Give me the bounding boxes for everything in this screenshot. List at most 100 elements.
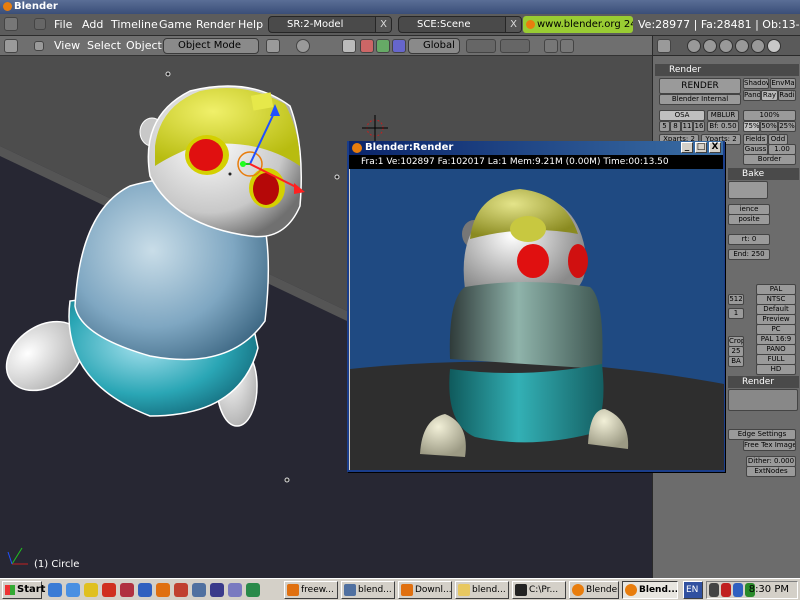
osa-8-button[interactable]: 8 — [670, 121, 681, 132]
orientation-selector[interactable]: Global — [408, 38, 460, 54]
bake-tab[interactable]: Bake — [728, 168, 799, 180]
preset-hd[interactable]: HD — [756, 364, 796, 375]
size-x-field[interactable]: 512 — [728, 294, 744, 305]
paint-icon[interactable] — [84, 583, 98, 597]
edge-settings-button[interactable]: Edge Settings — [728, 429, 796, 440]
object-marker-2[interactable] — [334, 174, 340, 180]
network-tray-icon[interactable] — [733, 583, 743, 597]
antivirus-icon[interactable] — [721, 583, 731, 597]
object-marker-3[interactable] — [284, 477, 290, 483]
clock[interactable]: 8:30 PM — [749, 584, 789, 595]
menu-select[interactable]: Select — [87, 39, 121, 52]
website-link[interactable]: www.blender.org 244 — [523, 16, 633, 33]
layers-2-icon[interactable] — [500, 39, 530, 53]
scene-selector[interactable]: SCE:Scene X — [398, 16, 522, 33]
ie-icon[interactable] — [48, 583, 62, 597]
render-layers-tab[interactable]: Render Layers — [728, 376, 799, 399]
screen-delete-button[interactable]: X — [375, 17, 391, 32]
word-icon[interactable] — [210, 583, 224, 597]
scene-delete-button[interactable]: X — [505, 17, 521, 32]
editing-tab-icon[interactable] — [751, 39, 765, 53]
pano-toggle[interactable]: Pano — [743, 90, 761, 101]
composite-toggle[interactable]: posite — [728, 214, 770, 225]
task-blender-render[interactable]: Blend... — [622, 581, 678, 599]
lock-icon[interactable] — [544, 39, 558, 53]
frame-end-field[interactable]: End: 250 — [728, 249, 770, 260]
logic-tab-icon[interactable] — [687, 39, 701, 53]
size-75-button[interactable]: 75% — [743, 121, 760, 132]
rgba-toggle[interactable]: BA — [728, 356, 744, 367]
free-tex-button[interactable]: Free Tex Image — [743, 440, 796, 451]
view-editor-icon[interactable] — [4, 39, 18, 53]
layers-1-icon[interactable] — [466, 39, 496, 53]
blur-factor-field[interactable]: Bf: 0.50 — [707, 121, 739, 132]
menu-object[interactable]: Object — [126, 39, 162, 52]
scale-icon[interactable] — [392, 39, 406, 53]
speaker-icon[interactable] — [709, 583, 719, 597]
menu-file[interactable]: File — [54, 17, 72, 33]
osa-5-button[interactable]: 5 — [659, 121, 670, 132]
opera-icon[interactable] — [174, 583, 188, 597]
buttons-editor-icon[interactable] — [657, 39, 671, 53]
osa-16-button[interactable]: 16 — [693, 121, 705, 132]
script-tab-icon[interactable] — [703, 39, 717, 53]
camera-icon[interactable] — [560, 39, 574, 53]
object-tab-icon[interactable] — [735, 39, 749, 53]
translate-icon[interactable] — [360, 39, 374, 53]
envmap-toggle[interactable]: EnvMa — [770, 78, 796, 89]
task-cmd[interactable]: C:\Pr... — [512, 581, 566, 599]
shadow-toggle[interactable]: Shadow — [743, 78, 769, 89]
shortcut-icon[interactable] — [246, 583, 260, 597]
mblur-toggle[interactable]: MBLUR — [707, 110, 739, 121]
task-blend-2[interactable]: blend... — [455, 581, 509, 599]
ext-nodes-toggle[interactable]: ExtNodes — [746, 466, 796, 477]
rotate-icon[interactable] — [376, 39, 390, 53]
osa-11-button[interactable]: 11 — [681, 121, 693, 132]
task-blend-1[interactable]: blend... — [341, 581, 395, 599]
close-button[interactable]: X — [709, 142, 721, 153]
render-window[interactable]: Blender:Render _ □ X Fra:1 Ve:102897 Fa:… — [347, 141, 725, 472]
collapse-icon[interactable] — [34, 41, 44, 51]
shading-icon[interactable] — [266, 39, 280, 53]
network-icon[interactable] — [138, 583, 152, 597]
render-window-titlebar[interactable]: Blender:Render _ □ X — [349, 141, 723, 155]
render-button[interactable]: RENDER — [659, 78, 741, 94]
menu-help[interactable]: Help — [238, 17, 263, 33]
render-layers-list[interactable] — [728, 389, 798, 411]
ray-toggle[interactable]: Ray — [761, 90, 778, 101]
document-icon[interactable] — [228, 583, 242, 597]
screen-selector[interactable]: SR:2-Model X — [268, 16, 392, 33]
shading-tab-icon[interactable] — [719, 39, 733, 53]
task-downloads[interactable]: Downl... — [398, 581, 452, 599]
menu-game[interactable]: Game — [159, 17, 192, 33]
firefox-icon[interactable] — [156, 583, 170, 597]
task-blender[interactable]: Blender — [569, 581, 619, 599]
radio-toggle[interactable]: Radi — [778, 90, 796, 101]
size-100-button[interactable]: 100% — [743, 110, 796, 121]
menu-render[interactable]: Render — [196, 17, 235, 33]
mode-selector[interactable]: Object Mode — [163, 38, 259, 54]
border-toggle[interactable]: Border — [743, 154, 796, 165]
maximize-button[interactable]: □ — [695, 142, 707, 153]
renderer-selector[interactable]: Blender Internal — [659, 94, 741, 105]
monitor-icon[interactable] — [192, 583, 206, 597]
minimize-button[interactable]: _ — [681, 142, 693, 153]
menu-view[interactable]: View — [54, 39, 80, 52]
size-25-button[interactable]: 25% — [778, 121, 796, 132]
media-icon[interactable] — [120, 583, 134, 597]
anim-button[interactable] — [728, 181, 768, 199]
start-button[interactable]: Start — [2, 581, 45, 599]
osa-toggle[interactable]: OSA — [659, 110, 705, 121]
lamp-marker[interactable] — [165, 71, 171, 77]
pivot-icon[interactable] — [296, 39, 310, 53]
menu-timeline[interactable]: Timeline — [111, 17, 158, 33]
size-50-button[interactable]: 50% — [760, 121, 778, 132]
language-indicator[interactable]: EN — [683, 581, 703, 599]
scene-tab-icon[interactable] — [767, 39, 781, 53]
collapse-menu-icon[interactable] — [34, 18, 46, 30]
aspect-field[interactable]: 1 — [728, 308, 744, 319]
task-freew[interactable]: freew... — [284, 581, 338, 599]
frame-start-field[interactable]: rt: 0 — [728, 234, 770, 245]
editor-type-icon[interactable] — [4, 17, 18, 31]
menu-add[interactable]: Add — [82, 17, 103, 33]
